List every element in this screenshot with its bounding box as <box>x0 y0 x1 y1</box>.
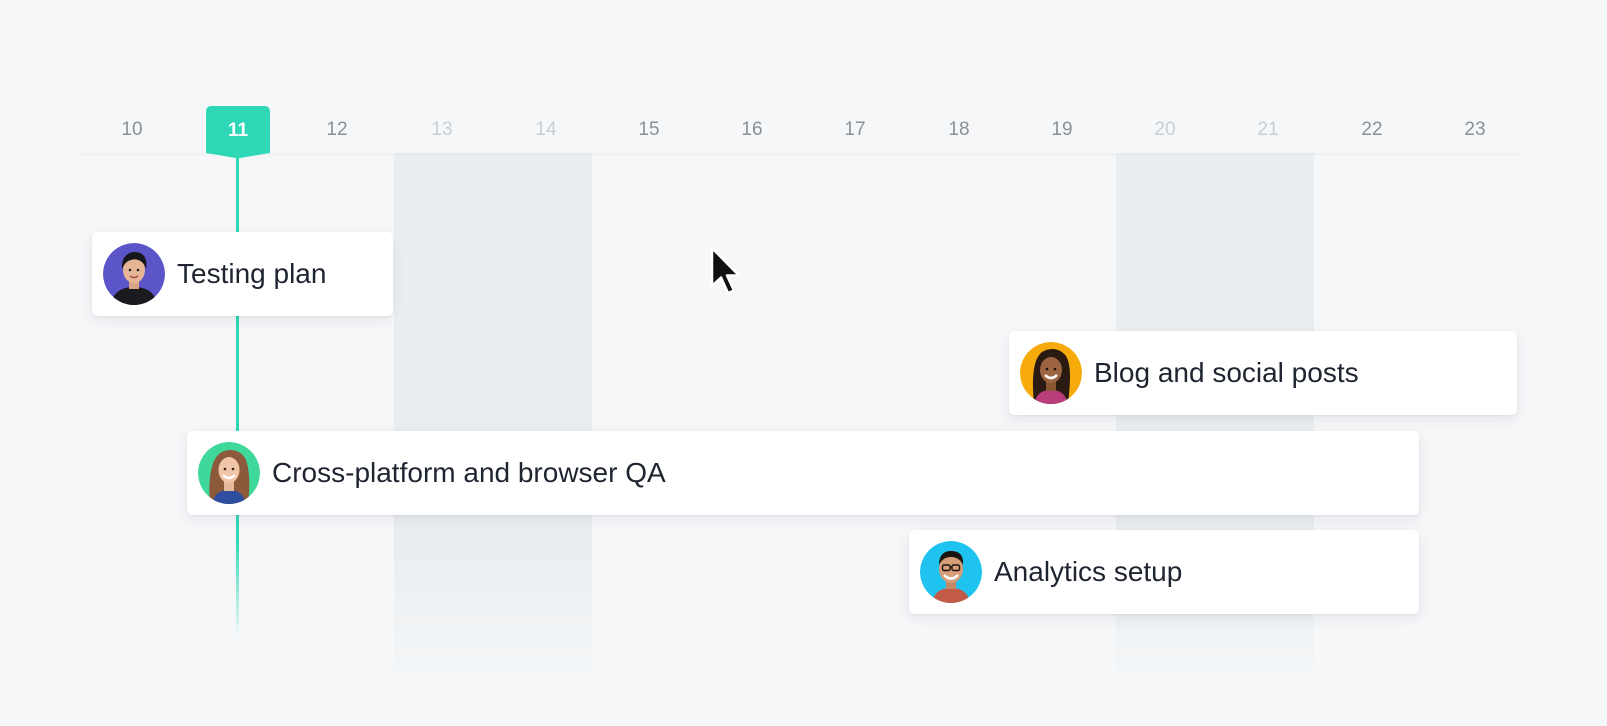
timeline: 10 11 12 13 14 15 16 17 18 19 20 21 22 2… <box>0 0 1607 726</box>
person-avatar-icon <box>198 442 260 504</box>
task-label: Testing plan <box>177 258 327 289</box>
today-line <box>236 156 239 636</box>
task-bar-blog-and-social-posts[interactable]: Blog and social posts <box>1009 331 1517 415</box>
mouse-pointer-icon <box>710 246 744 303</box>
day-header-18[interactable]: 18 <box>927 105 991 155</box>
avatar[interactable] <box>1020 342 1082 404</box>
weekend-column-13-14 <box>394 153 592 693</box>
person-avatar-icon <box>920 541 982 603</box>
day-header-23[interactable]: 23 <box>1443 105 1507 155</box>
day-header-16[interactable]: 16 <box>720 105 784 155</box>
day-header-20[interactable]: 20 <box>1133 105 1197 155</box>
day-header-19[interactable]: 19 <box>1030 105 1094 155</box>
avatar[interactable] <box>920 541 982 603</box>
day-header-12[interactable]: 12 <box>305 105 369 155</box>
person-avatar-icon <box>1020 342 1082 404</box>
task-label: Analytics setup <box>994 556 1183 587</box>
avatar[interactable] <box>103 243 165 305</box>
header-divider <box>80 153 1520 157</box>
day-header-10[interactable]: 10 <box>100 105 164 155</box>
day-header-17[interactable]: 17 <box>823 105 887 155</box>
task-bar-analytics-setup[interactable]: Analytics setup <box>909 530 1419 614</box>
day-header-14[interactable]: 14 <box>514 105 578 155</box>
day-header-21[interactable]: 21 <box>1236 105 1300 155</box>
task-label: Blog and social posts <box>1094 357 1359 388</box>
day-header-15[interactable]: 15 <box>617 105 681 155</box>
today-marker[interactable]: 11 <box>206 106 270 158</box>
day-header-13[interactable]: 13 <box>410 105 474 155</box>
cursor-arrow-icon <box>710 246 741 295</box>
task-label: Cross-platform and browser QA <box>272 457 666 488</box>
day-header-22[interactable]: 22 <box>1340 105 1404 155</box>
day-header-11-today: 11 <box>227 120 249 141</box>
person-avatar-icon <box>103 243 165 305</box>
task-bar-testing-plan[interactable]: Testing plan <box>92 232 393 316</box>
avatar[interactable] <box>198 442 260 504</box>
task-bar-cross-platform-and-browser-qa[interactable]: Cross-platform and browser QA <box>187 431 1419 515</box>
